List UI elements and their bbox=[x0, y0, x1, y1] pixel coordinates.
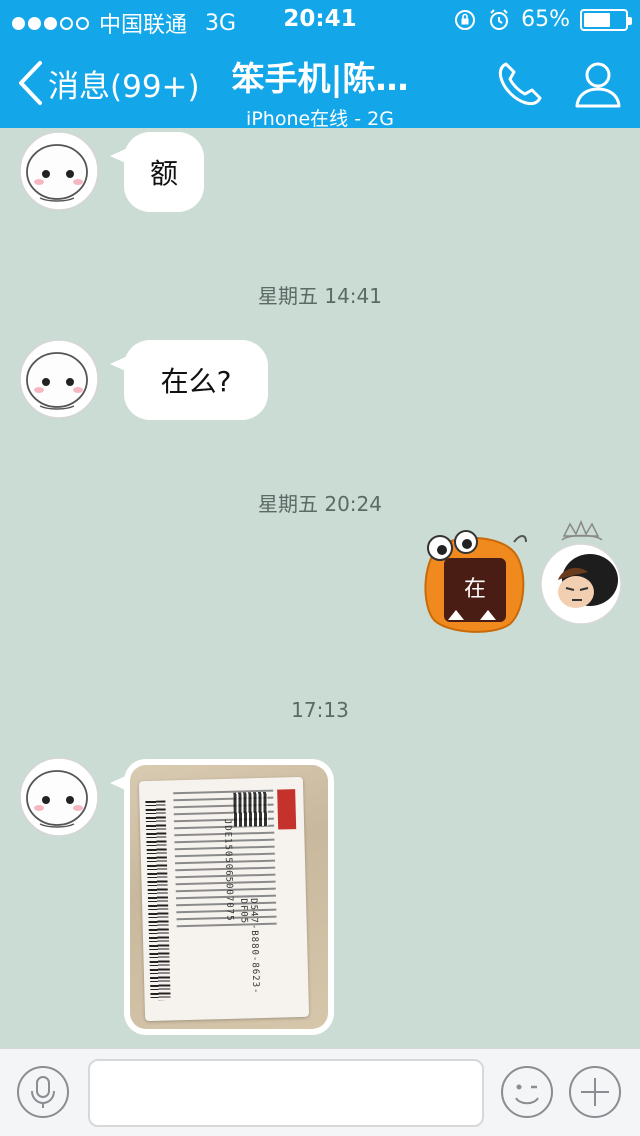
card-pin: D547-B880-8623-DF05 bbox=[237, 898, 261, 995]
plus-icon[interactable] bbox=[568, 1065, 622, 1119]
input-bar bbox=[0, 1048, 640, 1136]
battery-percent: 65% bbox=[521, 7, 570, 32]
message-bubble[interactable]: 额 bbox=[110, 132, 204, 212]
message-text: 额 bbox=[149, 157, 178, 190]
timestamp: 星期五 14:41 bbox=[258, 284, 382, 308]
my-avatar[interactable] bbox=[538, 518, 624, 628]
back-button[interactable]: 消息(99+) bbox=[16, 58, 200, 108]
chat-subtitle: iPhone在线 - 2G bbox=[246, 108, 394, 130]
timestamp: 17:13 bbox=[291, 698, 349, 722]
sticker-text: 在 bbox=[464, 577, 486, 602]
alarm-icon bbox=[490, 8, 509, 30]
bubble-tail bbox=[110, 146, 132, 166]
contact-avatar[interactable] bbox=[18, 130, 100, 212]
battery-icon bbox=[580, 8, 632, 31]
profile-icon[interactable] bbox=[572, 58, 624, 110]
bubble-tail bbox=[110, 773, 132, 793]
message-bubble[interactable]: 在么? bbox=[110, 340, 268, 420]
image-message[interactable]: JDE1505065007075 D547-B880-8623-DF05 bbox=[110, 759, 334, 1035]
rotation-lock-icon bbox=[455, 9, 476, 30]
battery-fill bbox=[584, 12, 610, 27]
contact-avatar[interactable] bbox=[18, 338, 100, 420]
sticker-message[interactable]: 在 bbox=[418, 528, 534, 638]
barcode bbox=[145, 800, 171, 1001]
emoji-icon[interactable] bbox=[500, 1065, 554, 1119]
chevron-left-icon bbox=[19, 61, 42, 105]
microphone-icon[interactable] bbox=[16, 1065, 70, 1119]
top-bar: 中国联通 3G 20:41 65% 消息(99+) 笨手机|陈… iPhone在… bbox=[0, 0, 640, 131]
timestamp: 星期五 20:24 bbox=[258, 492, 382, 516]
gift-card-image: JDE1505065007075 D547-B880-8623-DF05 bbox=[138, 776, 310, 1022]
back-label: 消息(99+) bbox=[48, 68, 200, 105]
nav-bar: 消息(99+) 笨手机|陈… iPhone在线 - 2G bbox=[0, 40, 640, 131]
brand-logo bbox=[277, 789, 297, 830]
bubble-tail bbox=[110, 354, 132, 374]
phone-call-icon[interactable] bbox=[494, 58, 546, 110]
chat-title: 笨手机|陈… bbox=[231, 59, 409, 98]
chat-title-area[interactable]: 笨手机|陈… iPhone在线 - 2G bbox=[200, 52, 440, 131]
photo: JDE1505065007075 D547-B880-8623-DF05 bbox=[130, 765, 328, 1029]
status-bar: 中国联通 3G 20:41 65% bbox=[0, 0, 640, 40]
qr-code bbox=[233, 791, 269, 827]
message-text: 在么? bbox=[160, 365, 232, 398]
contact-avatar[interactable] bbox=[18, 756, 100, 838]
message-input[interactable] bbox=[88, 1059, 484, 1127]
